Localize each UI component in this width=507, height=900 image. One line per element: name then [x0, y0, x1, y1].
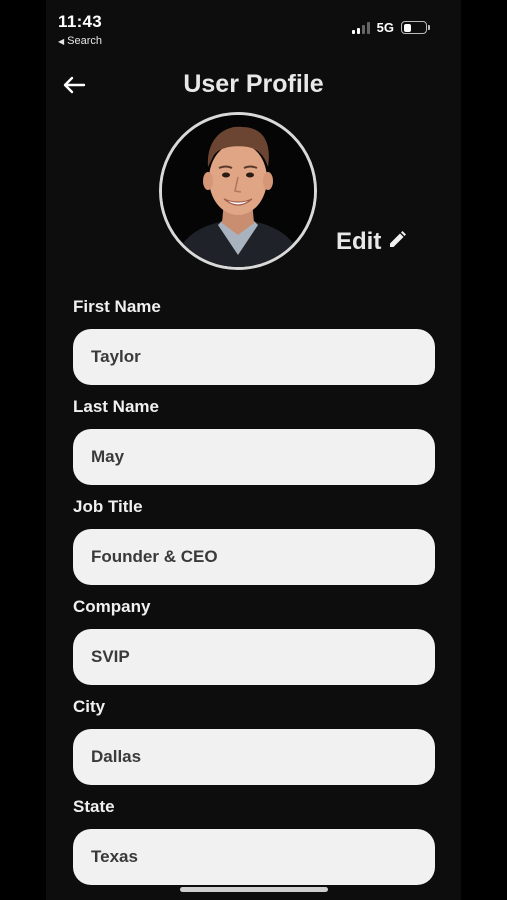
- last-name-label: Last Name: [73, 397, 159, 416]
- edit-label: Edit: [336, 228, 382, 255]
- city-input[interactable]: [73, 729, 435, 785]
- status-time: 11:43: [58, 12, 103, 31]
- network-type: 5G: [376, 20, 394, 35]
- battery-icon: [401, 21, 430, 34]
- cellular-signal-icon: [351, 21, 370, 34]
- home-indicator[interactable]: [180, 887, 328, 892]
- status-back-label: Search: [67, 35, 103, 47]
- profile-avatar[interactable]: [159, 112, 317, 270]
- state-input[interactable]: [73, 829, 435, 885]
- company-input[interactable]: [73, 629, 435, 685]
- pencil-icon: [387, 230, 407, 255]
- first-name-label: First Name: [73, 297, 161, 316]
- avatar-photo: [162, 115, 314, 267]
- company-label: Company: [73, 597, 151, 616]
- job-title-input[interactable]: [73, 529, 435, 585]
- city-label: City: [73, 697, 106, 716]
- status-indicators: 5G: [351, 20, 430, 35]
- job-title-label: Job Title: [73, 497, 143, 516]
- last-name-input[interactable]: [73, 429, 435, 485]
- status-back-link[interactable]: ◀ Search: [58, 35, 102, 47]
- edit-profile-button[interactable]: Edit: [336, 228, 407, 256]
- arrow-left-icon[interactable]: [60, 70, 90, 100]
- back-triangle-icon: ◀: [58, 36, 65, 46]
- state-label: State: [73, 797, 115, 816]
- first-name-input[interactable]: [73, 329, 435, 385]
